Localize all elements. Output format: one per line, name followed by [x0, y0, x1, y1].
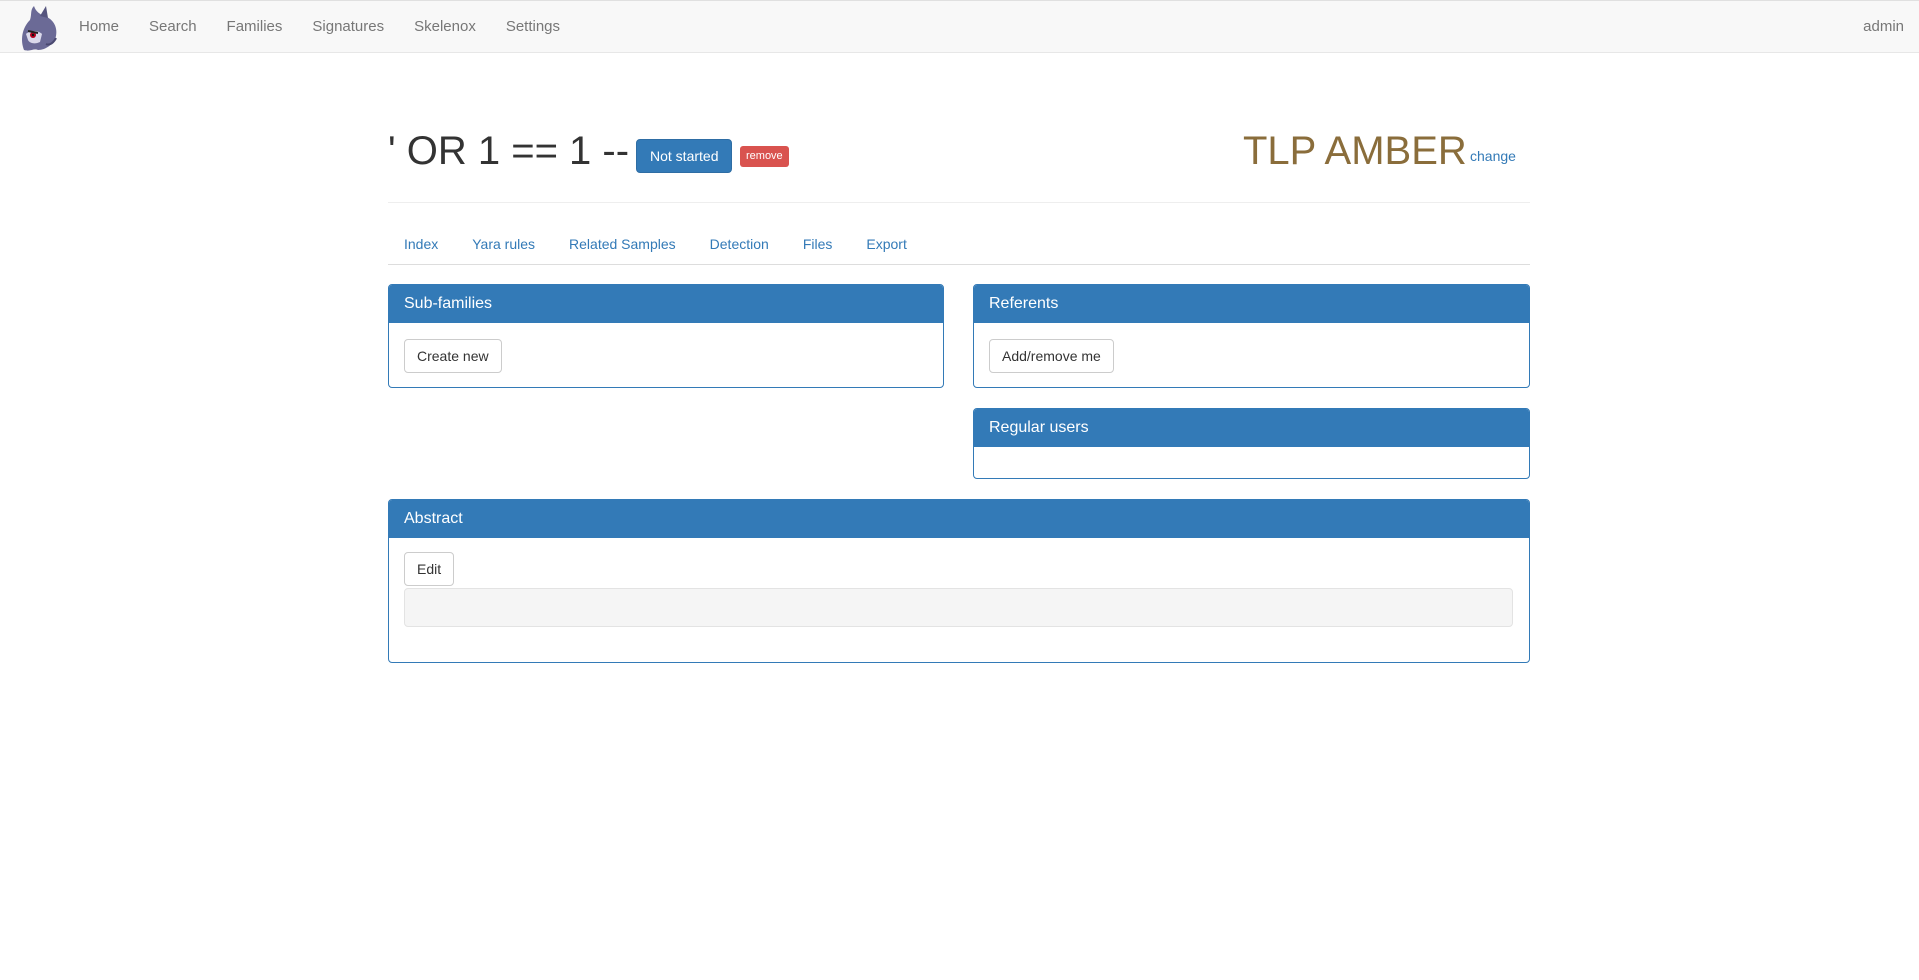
nav-home[interactable]: Home — [64, 1, 134, 54]
user-menu-link[interactable]: admin — [1863, 1, 1904, 54]
add-remove-me-button[interactable]: Add/remove me — [989, 339, 1114, 373]
tab-files[interactable]: Files — [787, 223, 849, 265]
edit-abstract-button[interactable]: Edit — [404, 552, 455, 586]
status-button[interactable]: Not started — [636, 139, 733, 173]
nav-search[interactable]: Search — [134, 1, 212, 54]
tab-related-samples[interactable]: Related Samples — [553, 223, 692, 265]
tab-yara-rules[interactable]: Yara rules — [456, 223, 551, 265]
abstract-panel-title: Abstract — [389, 500, 1529, 538]
referents-panel: Referents Add/remove me — [973, 284, 1530, 388]
nav-skelenox[interactable]: Skelenox — [399, 1, 491, 54]
page-title: ' OR 1 == 1 -- — [388, 129, 630, 173]
regular-users-panel-title: Regular users — [974, 409, 1529, 447]
top-navbar: Home Search Families Signatures Skelenox… — [0, 0, 1919, 53]
nav-families[interactable]: Families — [212, 1, 298, 54]
subfamilies-panel-title: Sub-families — [389, 285, 943, 323]
main-nav: Home Search Families Signatures Skelenox… — [64, 1, 575, 54]
family-tabs: Index Yara rules Related Samples Detecti… — [388, 223, 1530, 265]
tlp-level: TLP AMBER — [1243, 129, 1467, 173]
ghost-mascot-icon[interactable] — [16, 4, 62, 52]
tab-index[interactable]: Index — [388, 223, 454, 265]
abstract-panel: Abstract Edit — [388, 499, 1530, 663]
abstract-content — [404, 588, 1513, 627]
nav-settings[interactable]: Settings — [491, 1, 575, 54]
referents-panel-title: Referents — [974, 285, 1529, 323]
header-divider — [388, 202, 1530, 203]
remove-badge[interactable]: remove — [740, 146, 789, 167]
nav-signatures[interactable]: Signatures — [297, 1, 399, 54]
tab-export[interactable]: Export — [850, 223, 922, 265]
subfamilies-panel: Sub-families Create new — [388, 284, 944, 388]
tlp-change-link[interactable]: change — [1470, 146, 1516, 166]
create-subfamily-button[interactable]: Create new — [404, 339, 502, 373]
regular-users-panel: Regular users — [973, 408, 1530, 479]
tab-detection[interactable]: Detection — [694, 223, 785, 265]
